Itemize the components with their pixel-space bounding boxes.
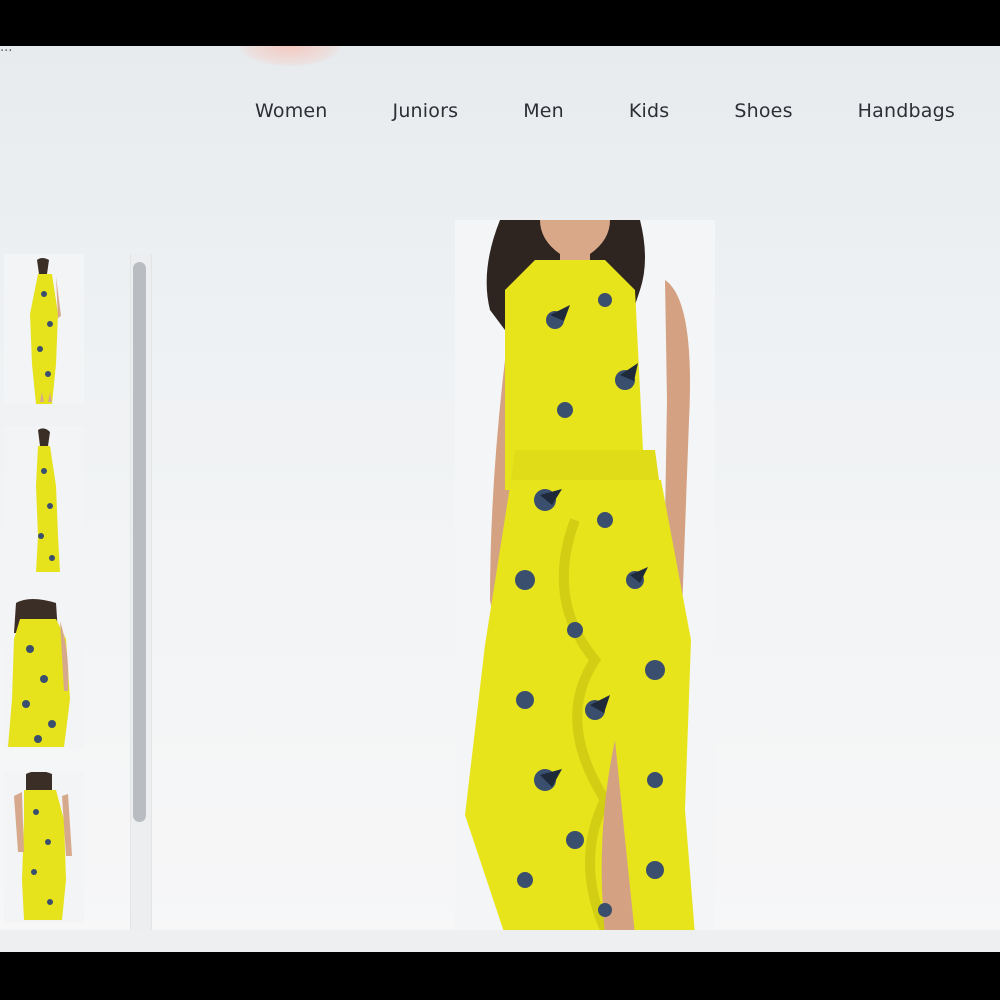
- nav-item-juniors[interactable]: Juniors: [373, 100, 479, 122]
- bottom-edge: [0, 930, 1000, 952]
- browser-viewport: ... Women Juniors Men Kids Shoes Handbag…: [0, 46, 1000, 952]
- thumbnail-2[interactable]: [4, 426, 84, 576]
- dress-detail-icon: [4, 599, 84, 749]
- dress-back-icon: [4, 771, 84, 922]
- nav-item-handbags[interactable]: Handbags: [838, 100, 975, 122]
- screen-glare: [240, 46, 340, 66]
- dress-front-full-icon: [4, 254, 84, 404]
- dress-side-icon: [4, 426, 84, 576]
- thumbnail-4[interactable]: [4, 771, 84, 922]
- nav-item-women[interactable]: Women: [235, 100, 348, 122]
- category-nav: Women Juniors Men Kids Shoes Handbags: [235, 96, 975, 126]
- main-product-image[interactable]: [455, 220, 715, 935]
- nav-item-shoes[interactable]: Shoes: [714, 100, 812, 122]
- nav-item-men[interactable]: Men: [503, 100, 584, 122]
- nav-item-kids[interactable]: Kids: [609, 100, 690, 122]
- thumbnail-1[interactable]: [4, 254, 84, 404]
- thumbnail-strip: [0, 254, 130, 952]
- cropped-header-text: ...: [0, 46, 13, 55]
- thumbnail-scrollbar-thumb[interactable]: [133, 262, 146, 822]
- thumbnail-3[interactable]: [4, 599, 84, 749]
- dress-main-image-icon: [455, 220, 715, 935]
